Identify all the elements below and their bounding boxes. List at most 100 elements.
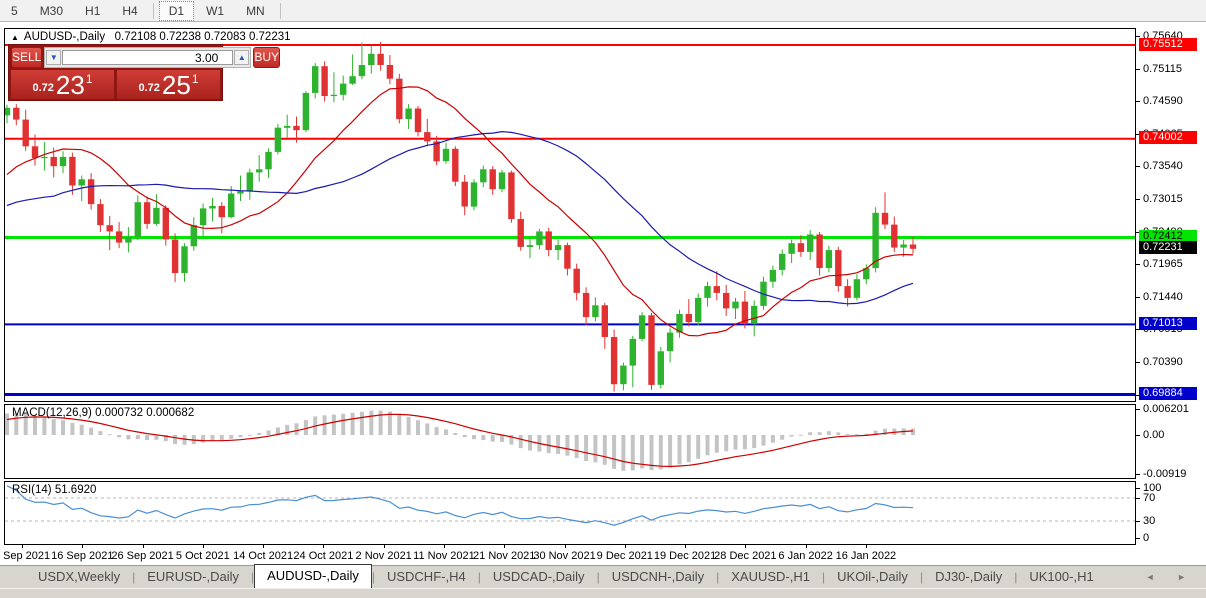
date-tick	[685, 545, 686, 548]
candle	[312, 66, 318, 93]
macd-signal-line	[7, 414, 913, 466]
tab-usdchf-h4[interactable]: USDCHF-,H4	[375, 566, 478, 588]
tab-xauusd-h1[interactable]: XAUUSD-,H1	[719, 566, 822, 588]
tab-eurusd-daily[interactable]: EURUSD-,Daily	[135, 566, 251, 588]
axis-tick-mark	[1136, 362, 1140, 363]
buy-button[interactable]: BUY	[253, 47, 280, 68]
candle	[172, 240, 178, 274]
candle	[704, 286, 710, 298]
volume-decrease-icon[interactable]: ▼	[46, 50, 61, 65]
date-label: 28 Dec 2021	[714, 550, 776, 562]
tab-usdcad-daily[interactable]: USDCAD-,Daily	[481, 566, 597, 588]
axis-tick-mark	[1136, 409, 1140, 410]
sell-price[interactable]: 0.72 23 1	[11, 70, 114, 99]
date-label: 7 Sep 2021	[4, 550, 50, 562]
date-tick	[263, 545, 264, 548]
sell-button[interactable]: SELL	[11, 47, 42, 68]
candle	[88, 179, 94, 204]
candle	[900, 245, 906, 248]
candle	[583, 293, 589, 317]
candle	[462, 182, 468, 207]
candle	[527, 245, 533, 247]
main-price-chart[interactable]: ▲ AUDUSD-,Daily 0.72108 0.72238 0.72083 …	[4, 28, 1136, 402]
candle	[779, 254, 785, 270]
candle	[368, 54, 374, 65]
axis-tick-mark	[1136, 101, 1140, 102]
candle	[405, 109, 411, 120]
rsi-indicator-panel[interactable]: RSI(14) 51.6920	[4, 481, 1136, 545]
timeframe-button-d1[interactable]: D1	[159, 1, 194, 21]
axis-tick-mark	[1136, 488, 1140, 489]
candle	[518, 219, 524, 247]
date-label: 30 Nov 2021	[533, 550, 595, 562]
volume-increase-icon[interactable]: ▲	[234, 50, 249, 65]
timeframe-button-m30[interactable]: M30	[30, 1, 73, 21]
timeframe-toolbar: 5M30H1H4 D1W1MN	[0, 0, 1206, 22]
macd-indicator-panel[interactable]: MACD(12,26,9) 0.000732 0.000682	[4, 404, 1136, 479]
volume-input[interactable]	[62, 50, 233, 65]
candle	[144, 202, 150, 224]
date-tick	[203, 545, 204, 548]
price-badge-0.69884: 0.69884	[1139, 387, 1197, 400]
date-label: 14 Oct 2021	[233, 550, 293, 562]
buy-price-pip: 1	[192, 72, 199, 86]
tab-uk100-h1[interactable]: UK100-,H1	[1017, 566, 1105, 588]
axis-tick-mark	[1136, 474, 1140, 475]
axis-tick-label: 0.73015	[1143, 193, 1183, 205]
timeframe-button-h4[interactable]: H4	[112, 1, 147, 21]
candle	[387, 65, 393, 79]
axis-tick-label: 0	[1143, 532, 1149, 544]
candle	[695, 298, 701, 322]
timeframe-button-mn[interactable]: MN	[236, 1, 275, 21]
candle	[574, 269, 580, 293]
chart-title: ▲ AUDUSD-,Daily 0.72108 0.72238 0.72083 …	[11, 31, 291, 43]
candle	[658, 351, 664, 385]
candle	[630, 339, 636, 366]
tab-dj30-daily[interactable]: DJ30-,Daily	[923, 566, 1014, 588]
candle	[424, 132, 430, 141]
candle	[648, 315, 654, 385]
tab-audusd-daily[interactable]: AUDUSD-,Daily	[254, 564, 372, 588]
axis-tick-mark	[1136, 297, 1140, 298]
axis-tick-label: 0.74590	[1143, 95, 1183, 107]
price-badge-0.71013: 0.71013	[1139, 317, 1197, 330]
date-tick	[745, 545, 746, 548]
candle	[555, 245, 561, 250]
candle	[32, 146, 38, 158]
chart-title-text: AUDUSD-,Daily 0.72108 0.72238 0.72083 0.…	[24, 31, 291, 43]
candle	[284, 126, 290, 128]
candle	[247, 172, 253, 191]
candle	[377, 54, 383, 65]
toolbar-separator	[280, 3, 281, 19]
timeframe-button-h1[interactable]: H1	[75, 1, 110, 21]
candle	[107, 225, 113, 231]
candle	[69, 157, 75, 186]
tab-ukoil-daily[interactable]: UKOil-,Daily	[825, 566, 920, 588]
date-tick	[625, 545, 626, 548]
tab-scroll-arrows[interactable]: ◄ ►	[1146, 572, 1196, 582]
axis-tick-mark	[1136, 264, 1140, 265]
axis-tick-label: 0.73540	[1143, 160, 1183, 172]
candle	[499, 172, 505, 189]
tab-usdcnh-daily[interactable]: USDCNH-,Daily	[600, 566, 716, 588]
collapse-triangle-icon[interactable]: ▲	[11, 33, 19, 42]
candle	[807, 235, 813, 252]
buy-price[interactable]: 0.72 25 1	[117, 70, 220, 99]
candle	[816, 235, 822, 269]
date-label: 24 Oct 2021	[293, 550, 353, 562]
candle	[854, 279, 860, 298]
candle	[536, 231, 542, 245]
candle	[882, 213, 888, 225]
candle	[200, 208, 206, 225]
timeframe-button-5[interactable]: 5	[1, 1, 28, 21]
candle	[153, 208, 159, 224]
candle	[490, 169, 496, 189]
sell-price-big: 23	[56, 72, 85, 98]
timeframe-button-w1[interactable]: W1	[196, 1, 234, 21]
date-tick	[565, 545, 566, 548]
candle	[508, 172, 514, 219]
symbol-tab-bar: USDX,Weekly|EURUSD-,Daily|AUDUSD-,Daily|…	[0, 565, 1206, 588]
candle	[826, 250, 832, 268]
axis-tick-mark	[1136, 166, 1140, 167]
tab-usdx-weekly[interactable]: USDX,Weekly	[26, 566, 132, 588]
